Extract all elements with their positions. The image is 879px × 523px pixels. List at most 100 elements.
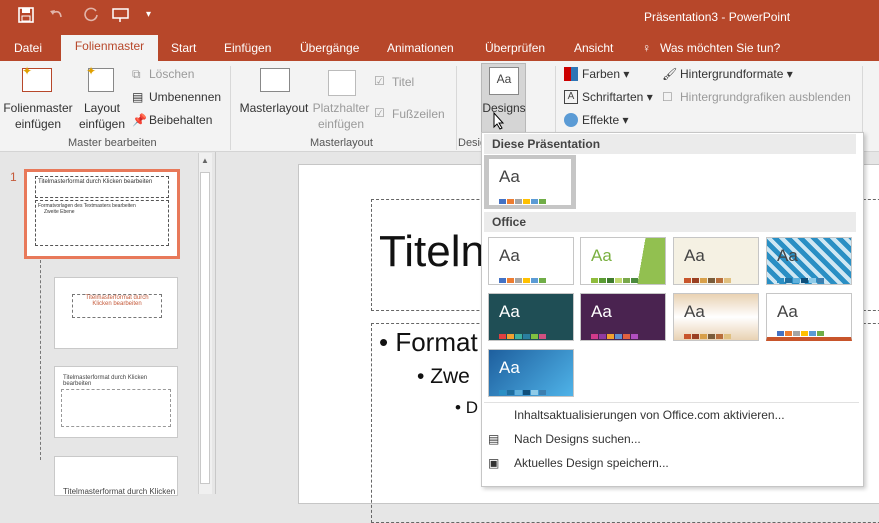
insert-layout-button[interactable]: Layout einfügen bbox=[76, 100, 128, 132]
keep-button[interactable]: Beibehalten bbox=[149, 113, 212, 127]
slide-number: 1 bbox=[10, 170, 17, 184]
slide-title: Titeln bbox=[379, 227, 485, 276]
layout-thumbnail-3[interactable]: Titelmasterformat durch Klicken bbox=[54, 456, 178, 496]
delete-icon: ⧉ bbox=[132, 67, 141, 81]
theme-color-swatch bbox=[531, 390, 538, 395]
keep-icon: 📌 bbox=[132, 113, 147, 127]
qat-customize-icon[interactable]: ▾ bbox=[146, 9, 151, 20]
insert-placeholder-button[interactable]: Platzhalter einfügen bbox=[310, 100, 372, 132]
theme-retrospect[interactable]: Aa bbox=[673, 293, 759, 341]
footer-checkbox[interactable]: ☑ bbox=[374, 106, 385, 120]
theme-ion[interactable]: Aa bbox=[766, 237, 852, 285]
layout-thumbnail-1[interactable]: Titelmasterformat durch Klicken bearbeite… bbox=[54, 277, 178, 349]
colors-button[interactable]: Farben ▾ bbox=[582, 67, 629, 81]
theme-current[interactable]: Aa bbox=[488, 158, 572, 206]
theme-color-swatch bbox=[777, 278, 784, 283]
group-label-master: Master bearbeiten bbox=[68, 137, 157, 149]
browse-designs-item[interactable]: Nach Designs suchen... bbox=[514, 432, 641, 446]
tab-folienmaster[interactable]: Folienmaster bbox=[61, 35, 158, 61]
title-label: Titel bbox=[392, 75, 415, 89]
slide-master-thumbnail[interactable]: Titelmasterformat durch Klicken bearbeit… bbox=[24, 169, 180, 259]
theme-color-swatch bbox=[499, 334, 506, 339]
insert-master-button[interactable]: Folienmaster einfügen bbox=[2, 100, 74, 132]
effects-button[interactable]: Effekte ▾ bbox=[582, 113, 629, 127]
theme-color-swatch bbox=[785, 278, 792, 283]
rename-button[interactable]: Umbenennen bbox=[149, 90, 221, 104]
theme-color-swatch bbox=[708, 334, 715, 339]
cursor-icon bbox=[493, 111, 505, 133]
star-icon: ✦ bbox=[86, 64, 97, 78]
lightbulb-icon: ♀ bbox=[642, 41, 651, 55]
tab-einfuegen[interactable]: Einfügen bbox=[224, 40, 271, 62]
theme-wisp[interactable]: Aa bbox=[488, 349, 574, 397]
tell-me-search[interactable]: Was möchten Sie tun? bbox=[660, 40, 780, 62]
theme-color-swatch bbox=[777, 331, 784, 336]
scroll-up-icon[interactable]: ▲ bbox=[201, 156, 209, 165]
theme-color-swatch bbox=[539, 334, 546, 339]
theme-color-swatch bbox=[817, 278, 824, 283]
theme-color-swatch bbox=[684, 278, 691, 283]
theme-color-swatch bbox=[539, 278, 546, 283]
tree-line bbox=[40, 260, 41, 460]
theme-color-swatch bbox=[623, 334, 630, 339]
effects-icon bbox=[564, 113, 578, 127]
theme-color-swatch bbox=[631, 278, 638, 283]
hide-background-label: Hintergrundgrafiken ausblenden bbox=[680, 90, 851, 104]
theme-color-swatch bbox=[708, 278, 715, 283]
group-label-masterlayout: Masterlayout bbox=[310, 137, 373, 149]
theme-color-swatch bbox=[515, 390, 522, 395]
master-layout-icon bbox=[260, 68, 290, 92]
theme-color-swatch bbox=[801, 331, 808, 336]
rename-icon: ▤ bbox=[132, 90, 144, 104]
background-format-button[interactable]: Hintergrundformate ▾ bbox=[680, 67, 793, 81]
undo-icon[interactable] bbox=[48, 7, 64, 26]
theme-office[interactable]: Aa bbox=[488, 237, 574, 285]
theme-color-swatch bbox=[716, 334, 723, 339]
theme-color-swatch bbox=[785, 331, 792, 336]
title-checkbox[interactable]: ☑ bbox=[374, 74, 385, 88]
tab-animationen[interactable]: Animationen bbox=[387, 40, 454, 62]
theme-integral[interactable]: Aa bbox=[673, 237, 759, 285]
tab-ansicht[interactable]: Ansicht bbox=[574, 40, 613, 62]
tab-datei[interactable]: Datei bbox=[14, 40, 42, 62]
save-icon[interactable] bbox=[18, 7, 34, 26]
theme-color-swatch bbox=[507, 334, 514, 339]
presentation-start-icon[interactable] bbox=[112, 7, 130, 26]
theme-color-swatch bbox=[700, 334, 707, 339]
separator bbox=[456, 66, 457, 150]
theme-color-swatch bbox=[507, 278, 514, 283]
fonts-button[interactable]: Schriftarten ▾ bbox=[582, 90, 653, 104]
theme-color-swatch bbox=[692, 278, 699, 283]
theme-color-swatch bbox=[523, 334, 530, 339]
tab-uebergaenge[interactable]: Übergänge bbox=[300, 40, 359, 62]
theme-color-swatch bbox=[499, 199, 506, 204]
theme-facette[interactable]: Aa bbox=[580, 237, 666, 285]
theme-color-swatch bbox=[809, 278, 816, 283]
theme-color-swatch bbox=[809, 331, 816, 336]
theme-ion-boardroom[interactable]: Aa bbox=[488, 293, 574, 341]
bullet-level2: • Zwe bbox=[417, 365, 470, 388]
master-layout-button[interactable]: Masterlayout bbox=[236, 100, 312, 116]
save-design-icon: ▣ bbox=[488, 456, 500, 470]
tab-start[interactable]: Start bbox=[171, 40, 196, 62]
save-current-design-item[interactable]: Aktuelles Design speichern... bbox=[514, 456, 669, 470]
theme-color-swatch bbox=[531, 278, 538, 283]
placeholder-icon bbox=[328, 70, 356, 96]
tab-ueberpruefen[interactable]: Überprüfen bbox=[485, 40, 545, 62]
theme-color-swatch bbox=[615, 334, 622, 339]
theme-color-swatch bbox=[599, 334, 606, 339]
redo-icon[interactable] bbox=[84, 7, 100, 26]
section-this-presentation: Diese Präsentation bbox=[484, 134, 856, 154]
theme-color-swatch bbox=[793, 278, 800, 283]
theme-color-swatch bbox=[531, 199, 538, 204]
hide-background-checkbox[interactable]: ☐ bbox=[662, 90, 673, 104]
scroll-thumb[interactable] bbox=[200, 172, 210, 484]
layout-thumbnail-2[interactable]: Titelmasterformat durch Klicken bearbeit… bbox=[54, 366, 178, 438]
bullet-level1: • Format bbox=[379, 327, 478, 357]
theme-organic[interactable]: Aa bbox=[580, 293, 666, 341]
delete-button[interactable]: Löschen bbox=[149, 67, 194, 81]
enable-office-updates-item[interactable]: Inhaltsaktualisierungen von Office.com a… bbox=[514, 408, 785, 422]
theme-color-swatch bbox=[591, 278, 598, 283]
theme-slice[interactable]: Aa bbox=[766, 293, 852, 341]
window-title: Präsentation3 - PowerPoint bbox=[644, 10, 791, 24]
